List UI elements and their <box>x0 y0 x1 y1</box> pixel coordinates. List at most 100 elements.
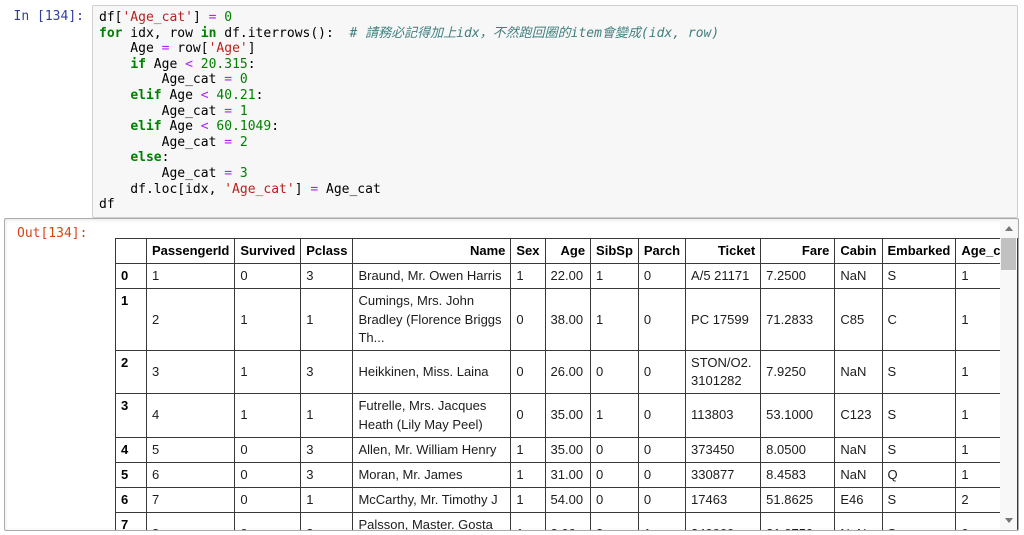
table-cell: 1 <box>234 393 302 438</box>
code-line: Age = row['Age'] <box>99 41 1011 57</box>
code-token: : <box>247 56 256 72</box>
table-header-cell <box>114 237 148 265</box>
table-cell: 5 <box>146 436 236 463</box>
table-header-row: PassengerId Survived Pclass Name Sex Age SibSp… <box>114 237 1018 265</box>
table-cell: 1 <box>234 288 302 351</box>
code-token: df[ <box>99 10 123 25</box>
table-cell: 54.00 <box>544 487 592 514</box>
table-header-cell: Age <box>544 237 592 265</box>
scrollbar-thumb[interactable] <box>1001 238 1016 270</box>
table-row: 1 2 1 1 Cumings, Mrs. John Bradley (Florence… <box>114 288 1018 351</box>
table-cell: 7.9250 <box>760 349 836 395</box>
table-cell: 31.00 <box>544 461 592 489</box>
code-token: : <box>161 150 170 166</box>
code-editor[interactable]: df['Age_cat'] = 0 for idx, row in df.iter… <box>92 5 1018 218</box>
table-header-cell: Embarked <box>881 237 957 265</box>
code-token: 1 <box>239 103 248 119</box>
table-cell: STON/O2. 3101282 <box>685 349 762 395</box>
table-cell: 349909 <box>685 512 762 530</box>
code-token: < <box>185 56 193 72</box>
table-cell: NaN <box>834 349 883 395</box>
code-token: = <box>224 134 233 150</box>
table-cell: 1 <box>590 393 639 438</box>
table-cell: 53.1000 <box>760 393 836 438</box>
table-cell: E46 <box>834 487 883 514</box>
table-cell: 1 <box>510 436 546 463</box>
code-token: Age_cat <box>99 165 225 181</box>
table-cell: 71.2833 <box>760 288 836 351</box>
code-token: df.iterrows(): <box>216 25 350 41</box>
table-cell: 1 <box>590 263 639 290</box>
code-token: = <box>224 72 233 88</box>
table-cell: S <box>881 512 957 530</box>
row-index: 0 <box>114 263 148 290</box>
table-cell: 4 <box>146 393 236 438</box>
table-cell: 0 <box>637 393 687 438</box>
table-cell: 8 <box>146 512 236 530</box>
table-cell: 1 <box>300 487 354 514</box>
table-cell: Heikkinen, Miss. Laina <box>352 349 512 395</box>
table-cell: 0 <box>510 288 546 351</box>
scrollbar-down-button[interactable] <box>1000 512 1017 529</box>
code-token: : <box>271 119 280 135</box>
row-index: 7 <box>114 512 148 530</box>
code-token: 3 <box>239 165 248 181</box>
code-line: elif Age < 40.21: <box>99 88 1011 104</box>
vertical-scrollbar[interactable] <box>1000 220 1017 529</box>
row-index: 1 <box>114 288 148 351</box>
code-token: Age_cat <box>99 103 225 119</box>
code-token: 2 <box>239 134 248 150</box>
table-cell: 1 <box>510 512 546 530</box>
code-token: elif <box>130 119 162 135</box>
table-cell: 8.4583 <box>760 461 836 489</box>
table-cell: 1 <box>510 487 546 514</box>
table-row: 2 3 1 3 Heikkinen, Miss. Laina 0 26.00 0 0 STON/O… <box>114 349 1018 395</box>
table-cell: 6 <box>146 461 236 489</box>
table-cell: 0 <box>590 487 639 514</box>
table-cell: NaN <box>834 512 883 530</box>
table-cell: C123 <box>834 393 883 438</box>
table-cell: 0 <box>637 436 687 463</box>
table-cell: McCarthy, Mr. Timothy J <box>352 487 512 514</box>
table-cell: 3 <box>590 512 639 530</box>
dataframe-table: PassengerId Survived Pclass Name Sex Age SibSp… <box>114 237 1018 530</box>
code-token: 0 <box>224 10 233 25</box>
table-cell: S <box>881 263 957 290</box>
code-token: if <box>130 56 146 72</box>
code-token: 60.1049 <box>216 119 272 135</box>
code-token: 'Age' <box>208 41 248 57</box>
table-header-cell: Ticket <box>685 237 762 265</box>
table-cell: S <box>881 436 957 463</box>
code-token: = <box>224 165 233 181</box>
table-cell: NaN <box>834 263 883 290</box>
table-row: 3 4 1 1 Futrelle, Mrs. Jacques Heath (Lily M… <box>114 393 1018 438</box>
row-index: 5 <box>114 461 148 489</box>
code-token: elif <box>130 87 162 103</box>
code-token: Age_cat <box>99 134 225 150</box>
scrollbar-up-button[interactable] <box>1000 220 1017 237</box>
table-cell: Palsson, Master. Gosta Leonard <box>352 512 512 530</box>
table-cell: 1 <box>300 393 354 438</box>
table-cell: A/5 21171 <box>685 263 762 290</box>
table-cell: 0 <box>234 487 302 514</box>
table-cell: Q <box>881 461 957 489</box>
table-cell: 0 <box>590 349 639 395</box>
code-token: ] <box>247 41 256 57</box>
code-token: 40.21 <box>216 87 256 103</box>
row-index: 2 <box>114 349 148 395</box>
table-cell: 113803 <box>685 393 762 438</box>
table-cell: 2 <box>146 288 236 351</box>
code-line: Age_cat = 3 <box>99 166 1011 182</box>
table-cell: 38.00 <box>544 288 592 351</box>
table-cell: 1 <box>590 288 639 351</box>
table-cell: NaN <box>834 436 883 463</box>
code-token: : <box>255 87 264 103</box>
code-line: Age_cat = 1 <box>99 104 1011 120</box>
code-token: Age_cat <box>99 72 225 88</box>
table-cell: S <box>881 349 957 395</box>
table-cell: 1 <box>637 512 687 530</box>
table-cell: 3 <box>300 512 354 530</box>
